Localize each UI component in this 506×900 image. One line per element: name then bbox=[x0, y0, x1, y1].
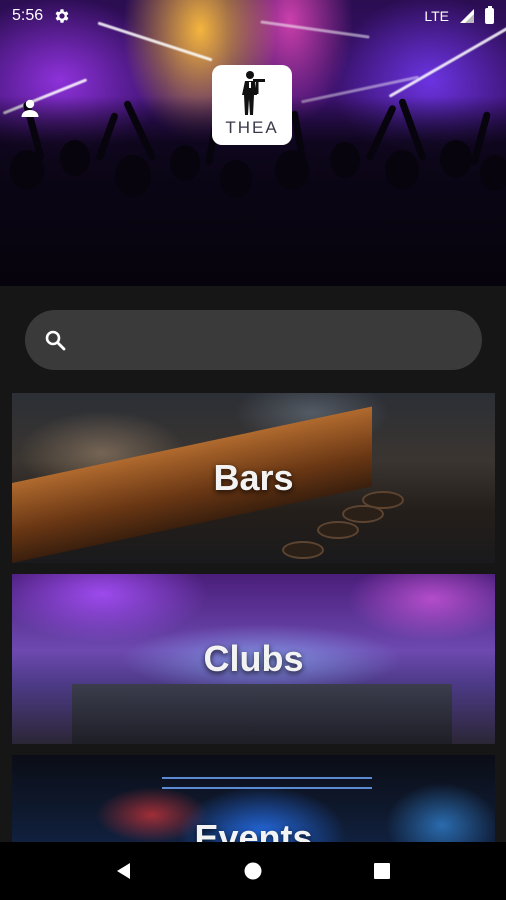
nav-back-button[interactable] bbox=[104, 851, 144, 891]
category-card-bars[interactable]: Bars bbox=[12, 393, 495, 563]
status-time: 5:56 bbox=[12, 7, 44, 24]
waiter-icon bbox=[242, 71, 265, 115]
settings-gear-icon bbox=[55, 9, 69, 23]
system-nav-bar bbox=[0, 842, 506, 900]
nav-home-button[interactable] bbox=[233, 851, 273, 891]
category-card-events[interactable]: Events bbox=[12, 755, 495, 842]
battery-icon bbox=[485, 6, 494, 24]
category-label-bars: Bars bbox=[213, 457, 294, 498]
category-label-events: Events bbox=[194, 817, 313, 842]
signal-icon bbox=[460, 9, 474, 23]
person-icon[interactable] bbox=[18, 96, 42, 120]
search-bar[interactable] bbox=[25, 310, 482, 370]
category-card-clubs[interactable]: Clubs bbox=[12, 574, 495, 744]
app-logo: THEA bbox=[212, 65, 292, 145]
logo-text: THEA bbox=[225, 118, 279, 137]
home-icon bbox=[244, 862, 262, 880]
category-label-clubs: Clubs bbox=[203, 638, 304, 679]
status-bar: 5:56 LTE bbox=[0, 0, 506, 32]
search-input[interactable] bbox=[81, 328, 465, 352]
nav-recents-button[interactable] bbox=[362, 851, 402, 891]
back-icon bbox=[117, 863, 131, 879]
network-type: LTE bbox=[424, 8, 449, 24]
search-icon bbox=[45, 330, 66, 351]
recents-icon bbox=[373, 863, 390, 879]
